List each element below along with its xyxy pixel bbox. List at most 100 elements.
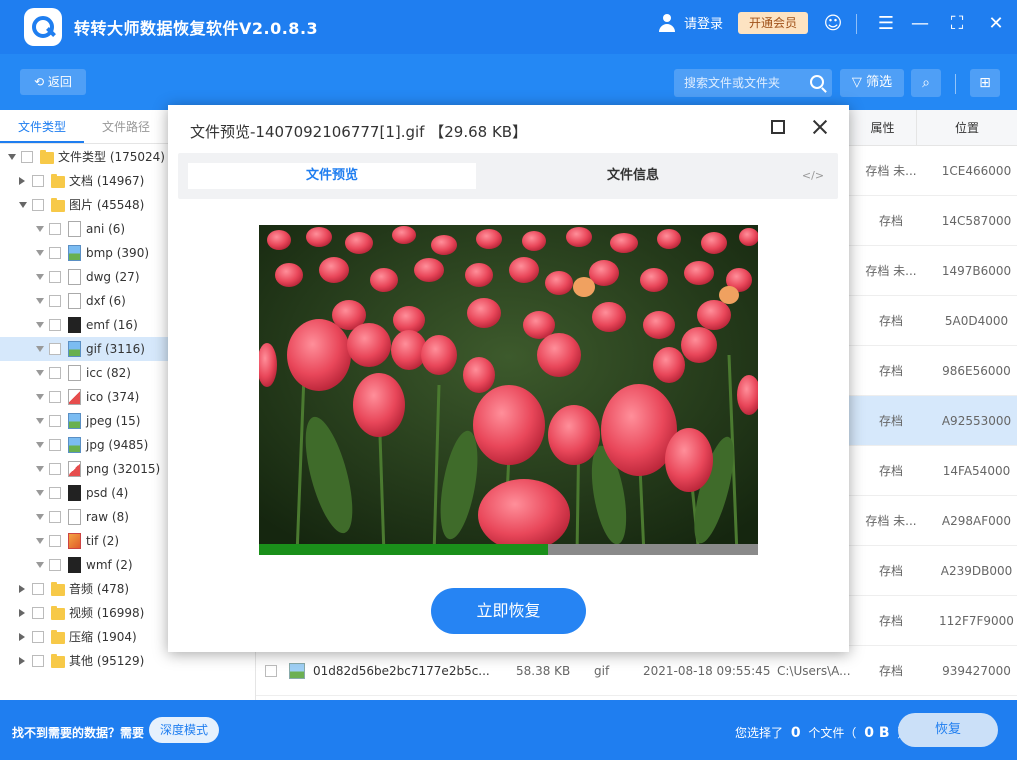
cell-attr: 存档 未... [865, 164, 917, 178]
grid-header: 属性 位置 [849, 110, 1017, 146]
maximize-icon[interactable]: ⛶ [946, 13, 968, 35]
chevron-down-icon [36, 298, 44, 304]
close-icon[interactable]: ✕ [985, 13, 1007, 35]
recover-now-button[interactable]: 立即恢复 [431, 588, 586, 634]
support-icon[interactable]: ☺ [822, 13, 844, 35]
tree-checkbox[interactable] [49, 535, 61, 547]
table-row[interactable]: 01d82d56be2bc7177e2b5c... 58.38 KB gif 2021… [256, 646, 1017, 696]
tree-checkbox[interactable] [49, 271, 61, 283]
image-file-icon [68, 245, 81, 261]
dialog-close-icon[interactable] [809, 116, 831, 138]
tree-checkbox[interactable] [49, 247, 61, 259]
cell-attr: 存档 [878, 414, 903, 428]
cell-attr: 存档 [878, 314, 903, 328]
row-checkbox[interactable] [265, 665, 277, 677]
search-icon[interactable] [810, 75, 824, 89]
tree-checkbox[interactable] [49, 295, 61, 307]
tree-item-label: emf (16) [86, 318, 138, 332]
chevron-right-icon[interactable] [19, 585, 25, 593]
column-attr[interactable]: 属性 [849, 110, 917, 146]
chevron-down-icon [36, 514, 44, 520]
search-input[interactable] [674, 69, 804, 97]
tree-checkbox[interactable] [32, 583, 44, 595]
dark-file-icon [68, 557, 81, 573]
chevron-right-icon[interactable] [19, 657, 25, 665]
tree-checkbox[interactable] [49, 463, 61, 475]
tree-checkbox[interactable] [49, 559, 61, 571]
grid-view-icon[interactable]: ⊞ [970, 69, 1000, 97]
tree-checkbox[interactable] [49, 223, 61, 235]
deep-mode-button[interactable]: 深度模式 [149, 717, 219, 743]
tree-checkbox[interactable] [32, 175, 44, 187]
filter-button[interactable]: ▽ 筛选 [840, 69, 904, 97]
tree-item-label: 其他 (95129) [69, 654, 145, 668]
tree-item[interactable]: 其他 (95129) [0, 649, 256, 673]
tree-checkbox[interactable] [32, 655, 44, 667]
toolbar: ⟲ 返回 ▽ 筛选 ⌕ ⊞ [0, 54, 1017, 110]
cell-location: 1497B6000 [941, 264, 1012, 278]
back-button[interactable]: ⟲ 返回 [20, 69, 86, 95]
app-title: 转转大师数据恢复软件V2.0.8.3 [74, 19, 319, 38]
selection-info: 您选择了 0 个文件（ 0 B ） [735, 724, 909, 741]
file-icon [68, 221, 81, 237]
tif-file-icon [68, 533, 81, 549]
tab-file-info[interactable]: 文件信息 [478, 163, 788, 189]
chevron-down-icon [36, 370, 44, 376]
vip-button[interactable]: 开通会员 [738, 12, 808, 34]
tree-item-label: tif (2) [86, 534, 120, 548]
login-button[interactable]: 请登录 [658, 13, 723, 32]
tree-checkbox[interactable] [32, 199, 44, 211]
back-label: 返回 [47, 75, 72, 89]
menu-icon[interactable]: ☰ [875, 13, 897, 35]
column-location[interactable]: 位置 [917, 110, 1017, 146]
help-text: 找不到需要的数据？需要 [12, 726, 145, 740]
tree-item-label: jpeg (15) [86, 414, 141, 428]
file-icon [68, 509, 81, 525]
cell-attr: 存档 未... [865, 514, 917, 528]
tree-item-label: ani (6) [86, 222, 126, 236]
tree-checkbox[interactable] [49, 343, 61, 355]
tree-item[interactable]: gif (3116) [0, 337, 168, 361]
cell-name: 01d82d56be2bc7177e2b5c... [313, 664, 490, 678]
recover-button[interactable]: 恢复 [898, 713, 998, 747]
preview-search-icon[interactable]: ⌕ [911, 69, 941, 97]
tree-checkbox[interactable] [49, 415, 61, 427]
image-preview [259, 225, 758, 555]
code-icon[interactable]: </> [798, 163, 828, 189]
cell-location: 14C587000 [941, 214, 1012, 228]
tree-checkbox[interactable] [49, 391, 61, 403]
tree-item-label: ico (374) [86, 390, 140, 404]
file-icon [68, 269, 81, 285]
tree-checkbox[interactable] [49, 439, 61, 451]
tree-item-label: bmp (390) [86, 246, 150, 260]
tab-file-type[interactable]: 文件类型 [0, 110, 84, 143]
tree-checkbox[interactable] [49, 511, 61, 523]
image-file-icon [68, 437, 81, 453]
tree-checkbox[interactable] [32, 631, 44, 643]
cell-location: 986E56000 [942, 364, 1011, 378]
tree-item-label: jpg (9485) [86, 438, 149, 452]
cell-attr: 存档 [878, 464, 903, 478]
tab-file-preview[interactable]: 文件预览 [188, 163, 476, 189]
tree-checkbox[interactable] [49, 367, 61, 379]
tree-checkbox[interactable] [32, 607, 44, 619]
tab-file-path[interactable]: 文件路径 [84, 110, 168, 143]
tree-checkbox[interactable] [49, 487, 61, 499]
app-logo-icon [24, 8, 62, 46]
filter-icon: ▽ [851, 75, 862, 90]
minimize-icon[interactable]: — [909, 13, 931, 35]
tree-checkbox[interactable] [49, 319, 61, 331]
chevron-right-icon[interactable] [19, 633, 25, 641]
tree-checkbox[interactable] [21, 151, 33, 163]
chevron-right-icon[interactable] [19, 177, 25, 185]
folder-icon [51, 198, 65, 212]
image-file-icon [68, 341, 81, 357]
chevron-down-icon[interactable] [19, 202, 27, 208]
footer: 找不到需要的数据？需要 深度模式 您选择了 0 个文件（ 0 B ） 恢复 [0, 700, 1017, 760]
chevron-right-icon[interactable] [19, 609, 25, 617]
chevron-down-icon[interactable] [8, 154, 16, 160]
dialog-maximize-icon[interactable] [771, 120, 785, 134]
tree-item-label: wmf (2) [86, 558, 133, 572]
cell-location: A298AF000 [941, 514, 1012, 528]
cell-type: gif [594, 664, 610, 678]
